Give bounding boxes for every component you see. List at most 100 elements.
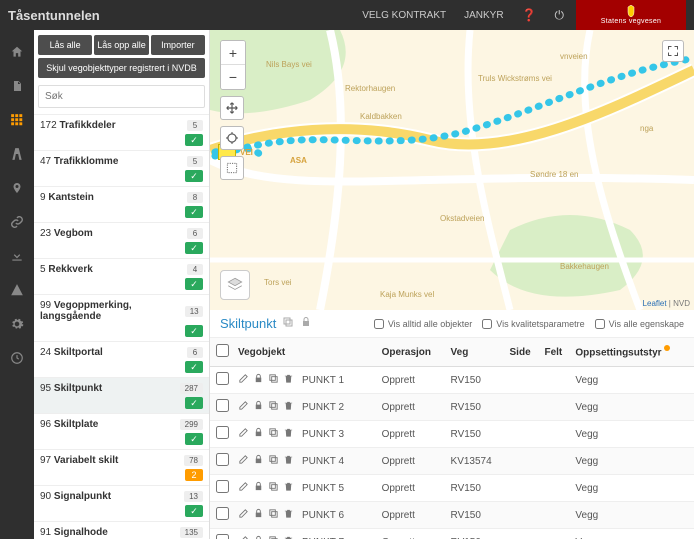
- logout-icon[interactable]: ⏻: [555, 8, 565, 23]
- row-checkbox[interactable]: [216, 426, 229, 439]
- layers-button[interactable]: [220, 270, 250, 300]
- search-input[interactable]: [38, 85, 205, 108]
- category-item[interactable]: 9 Kantstein8✓: [34, 186, 209, 222]
- filter-all-props-checkbox[interactable]: [595, 319, 605, 329]
- row-checkbox[interactable]: [216, 372, 229, 385]
- table-row[interactable]: PUNKT 7OpprettRV150Vegg: [210, 529, 694, 539]
- table-row[interactable]: PUNKT 3OpprettRV150Vegg: [210, 421, 694, 448]
- row-checkbox[interactable]: [216, 453, 229, 466]
- edit-icon[interactable]: [238, 508, 249, 522]
- map[interactable]: Nils Bays vei Rektorhaugen Kaldbakken Tr…: [210, 30, 694, 310]
- nav-document-icon[interactable]: [9, 78, 25, 94]
- nav-warning-icon[interactable]: [9, 282, 25, 298]
- locate-icon[interactable]: [220, 126, 244, 150]
- row-checkbox[interactable]: [216, 534, 229, 539]
- nav-pin-icon[interactable]: [9, 180, 25, 196]
- edit-icon[interactable]: [238, 373, 249, 387]
- hide-nvdb-button[interactable]: Skjul vegobjekttyper registrert i NVDB: [38, 58, 205, 78]
- import-button[interactable]: Importer: [151, 35, 205, 55]
- category-item[interactable]: 24 Skiltportal6✓: [34, 341, 209, 377]
- category-item[interactable]: 96 Skiltplate299✓: [34, 413, 209, 449]
- zoom-in-button[interactable]: +: [221, 41, 245, 65]
- category-item[interactable]: 172 Trafikkdeler5✓: [34, 114, 209, 150]
- lock-icon[interactable]: [253, 481, 264, 495]
- copy-icon[interactable]: [268, 373, 279, 387]
- nav-download-icon[interactable]: [9, 248, 25, 264]
- copy-icon[interactable]: [268, 535, 279, 539]
- category-item[interactable]: 99 Vegoppmerking, langsgående13✓: [34, 294, 209, 341]
- copy-icon[interactable]: [268, 454, 279, 468]
- nav-gear-icon[interactable]: [9, 316, 25, 332]
- category-item[interactable]: 90 Signalpunkt13✓: [34, 485, 209, 521]
- copy-icon[interactable]: [268, 427, 279, 441]
- zoom-out-button[interactable]: −: [221, 65, 245, 89]
- copy-icon[interactable]: [268, 508, 279, 522]
- copy-icon[interactable]: [268, 481, 279, 495]
- table-section-header: Skiltpunkt Vis alltid alle objekter Vis …: [210, 310, 694, 338]
- row-checkbox[interactable]: [216, 399, 229, 412]
- link-user[interactable]: JANKYR: [464, 10, 503, 21]
- nav-road-icon[interactable]: [9, 146, 25, 162]
- filter-quality-checkbox[interactable]: [482, 319, 492, 329]
- row-checkbox[interactable]: [216, 480, 229, 493]
- table-row[interactable]: PUNKT 5OpprettRV150Vegg: [210, 475, 694, 502]
- lock-icon[interactable]: [253, 508, 264, 522]
- row-operation: Opprett: [378, 475, 447, 502]
- th-felt[interactable]: Felt: [540, 338, 571, 367]
- th-vegobjekt[interactable]: Vegobjekt: [234, 338, 378, 367]
- nav-link-icon[interactable]: [9, 214, 25, 230]
- th-veg[interactable]: Veg: [447, 338, 506, 367]
- lock-icon[interactable]: [253, 454, 264, 468]
- lock-icon[interactable]: [253, 427, 264, 441]
- th-side[interactable]: Side: [506, 338, 541, 367]
- select-all-checkbox[interactable]: [216, 344, 229, 357]
- draw-icon[interactable]: [220, 156, 244, 180]
- th-operasjon[interactable]: Operasjon: [378, 338, 447, 367]
- table-row[interactable]: PUNKT 1OpprettRV150Vegg: [210, 367, 694, 394]
- leaflet-link[interactable]: Leaflet: [643, 299, 667, 308]
- row-felt: [540, 421, 571, 448]
- copy-icon[interactable]: [282, 316, 294, 331]
- category-item[interactable]: 95 Skiltpunkt287✓: [34, 377, 209, 413]
- th-oppsetting[interactable]: Oppsettingsutstyr: [571, 338, 694, 367]
- lock-icon[interactable]: [253, 400, 264, 414]
- edit-icon[interactable]: [238, 535, 249, 539]
- lock-icon[interactable]: [300, 316, 312, 331]
- row-checkbox[interactable]: [216, 507, 229, 520]
- category-item[interactable]: 97 Variabelt skilt782: [34, 449, 209, 485]
- category-item[interactable]: 23 Vegbom6✓: [34, 222, 209, 258]
- category-item[interactable]: 5 Rekkverk4✓: [34, 258, 209, 294]
- edit-icon[interactable]: [238, 400, 249, 414]
- lock-icon[interactable]: [253, 535, 264, 539]
- link-velg-kontrakt[interactable]: VELG KONTRAKT: [362, 10, 446, 21]
- edit-icon[interactable]: [238, 481, 249, 495]
- edit-icon[interactable]: [238, 454, 249, 468]
- nav-history-icon[interactable]: [9, 350, 25, 366]
- table-row[interactable]: PUNKT 6OpprettRV150Vegg: [210, 502, 694, 529]
- delete-icon[interactable]: [283, 427, 294, 441]
- delete-icon[interactable]: [283, 481, 294, 495]
- copy-icon[interactable]: [268, 400, 279, 414]
- lock-all-button[interactable]: Lås alle: [38, 35, 92, 55]
- category-item[interactable]: 47 Trafikklomme5✓: [34, 150, 209, 186]
- nav-home-icon[interactable]: [9, 44, 25, 60]
- row-side: [506, 421, 541, 448]
- nav-grid-icon[interactable]: [9, 112, 25, 128]
- pan-target-icon[interactable]: [220, 96, 244, 120]
- delete-icon[interactable]: [283, 535, 294, 539]
- object-table-container[interactable]: Vegobjekt Operasjon Veg Side Felt Oppset…: [210, 338, 694, 539]
- fullscreen-button[interactable]: [662, 40, 684, 62]
- unlock-all-button[interactable]: Lås opp alle: [94, 35, 148, 55]
- table-row[interactable]: PUNKT 4OpprettKV13574Vegg: [210, 448, 694, 475]
- filter-all-objects-checkbox[interactable]: [374, 319, 384, 329]
- delete-icon[interactable]: [283, 373, 294, 387]
- delete-icon[interactable]: [283, 400, 294, 414]
- lock-icon[interactable]: [253, 373, 264, 387]
- edit-icon[interactable]: [238, 427, 249, 441]
- table-row[interactable]: PUNKT 2OpprettRV150Vegg: [210, 394, 694, 421]
- delete-icon[interactable]: [283, 508, 294, 522]
- category-list[interactable]: 172 Trafikkdeler5✓47 Trafikklomme5✓9 Kan…: [34, 114, 209, 539]
- delete-icon[interactable]: [283, 454, 294, 468]
- category-item[interactable]: 91 Signalhode135✓: [34, 521, 209, 539]
- help-icon[interactable]: ❓: [522, 8, 537, 22]
